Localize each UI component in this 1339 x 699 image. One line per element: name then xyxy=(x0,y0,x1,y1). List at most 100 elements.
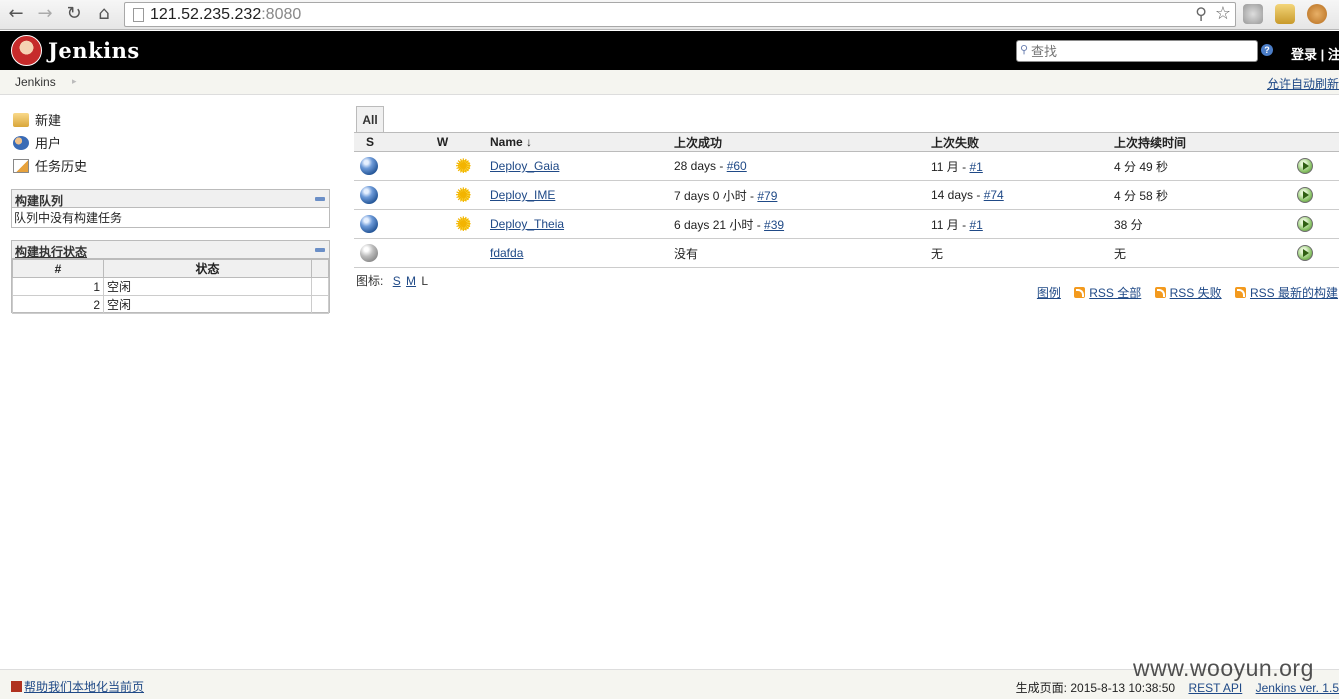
breadcrumb-jenkins[interactable]: Jenkins xyxy=(15,75,56,89)
weather-sunny-icon[interactable] xyxy=(454,212,474,236)
build-queue-header: 构建队列 xyxy=(12,190,329,208)
rss-all-link[interactable]: RSS 全部 xyxy=(1074,286,1141,300)
schedule-build-icon[interactable] xyxy=(1297,216,1313,232)
executor-title-link[interactable]: 构建执行状态 xyxy=(15,243,87,260)
breadcrumb: Jenkins ▸ 允许自动刷新 xyxy=(0,70,1339,95)
rss-bar: 图例 RSS 全部 RSS 失败 RSS 最新的构建 xyxy=(1027,284,1338,301)
icon-size-small[interactable]: S xyxy=(393,274,401,288)
task-label[interactable]: 新建 xyxy=(35,110,61,129)
col-weather[interactable]: W xyxy=(386,132,485,152)
rss-icon xyxy=(1074,287,1086,298)
col-last-failure[interactable]: 上次失败 xyxy=(931,132,1114,152)
collapse-icon[interactable] xyxy=(315,197,325,201)
rss-failed-link[interactable]: RSS 失败 xyxy=(1154,286,1222,300)
col-status[interactable]: S xyxy=(354,132,386,152)
schedule-build-icon[interactable] xyxy=(1297,245,1313,261)
bookmark-star-icon[interactable]: ☆ xyxy=(1215,3,1231,24)
weather-empty xyxy=(386,238,485,268)
enable-auto-refresh-link[interactable]: 允许自动刷新 xyxy=(1267,75,1339,92)
task-new-job[interactable]: 新建 xyxy=(13,108,87,131)
notes-extension-icon[interactable] xyxy=(1275,4,1295,24)
jenkins-logo-icon[interactable] xyxy=(11,35,42,66)
build-queue-empty: 队列中没有构建任务 xyxy=(14,211,123,225)
last-failure-build-link[interactable]: #1 xyxy=(969,218,982,232)
login-link[interactable]: 登录 | 注 xyxy=(1291,44,1339,63)
new-job-icon xyxy=(13,112,29,127)
search-input[interactable] xyxy=(1031,42,1253,60)
col-name[interactable]: Name ↓ xyxy=(485,132,674,152)
executor-action xyxy=(311,277,329,296)
rest-api-link[interactable]: REST API xyxy=(1188,681,1242,695)
executor-panel: 构建执行状态 # 状态 1 空闲 2 空闲 xyxy=(11,240,330,314)
globe-extension-icon[interactable] xyxy=(1243,4,1263,24)
status-blue-ball-icon[interactable] xyxy=(360,215,378,233)
legend-link[interactable]: 图例 xyxy=(1037,286,1061,300)
back-icon[interactable]: ← xyxy=(5,3,27,25)
last-success-build-link[interactable]: #60 xyxy=(727,159,747,173)
status-blue-ball-icon[interactable] xyxy=(360,157,378,175)
search-help-icon[interactable]: ? xyxy=(1261,44,1273,56)
home-icon[interactable]: ⌂ xyxy=(93,3,115,25)
build-queue-title: 构建队列 xyxy=(15,194,64,208)
last-success-build-link[interactable]: #39 xyxy=(764,218,784,232)
build-history-icon xyxy=(13,158,29,173)
projects-table: S W Name ↓ 上次成功 上次失败 上次持续时间 Deploy_Gaia … xyxy=(354,132,1339,268)
localize-link[interactable]: 帮助我们本地化当前页 xyxy=(11,678,144,695)
address-url[interactable]: 121.52.235.232:8080 xyxy=(150,6,301,24)
job-row: fdafda 没有 无 无 xyxy=(354,238,1339,268)
weather-sunny-icon[interactable] xyxy=(454,154,474,178)
last-duration: 38 分 xyxy=(1114,209,1289,239)
schedule-build-icon[interactable] xyxy=(1297,158,1313,174)
executor-col-number: # xyxy=(12,259,104,278)
job-link[interactable]: fdafda xyxy=(490,246,523,260)
task-users[interactable]: 用户 xyxy=(13,131,87,154)
job-link[interactable]: Deploy_Theia xyxy=(490,217,564,231)
executor-row: 2 空闲 xyxy=(12,295,329,314)
last-success-text: 没有 xyxy=(674,238,931,268)
col-last-success[interactable]: 上次成功 xyxy=(674,132,931,152)
last-failure-build-link[interactable]: #74 xyxy=(984,188,1004,202)
page-icon xyxy=(133,8,144,22)
last-success-text: 6 days 21 小时 - xyxy=(674,217,765,232)
icon-size-medium[interactable]: M xyxy=(406,274,416,288)
executor-status: 空闲 xyxy=(103,277,312,296)
status-grey-ball-icon[interactable] xyxy=(360,244,378,262)
status-blue-ball-icon[interactable] xyxy=(360,186,378,204)
side-tasks: 新建 用户 任务历史 xyxy=(13,108,87,177)
job-link[interactable]: Deploy_Gaia xyxy=(490,159,559,173)
task-build-history[interactable]: 任务历史 xyxy=(13,154,87,177)
reload-icon[interactable]: ↻ xyxy=(63,3,85,25)
col-build xyxy=(1289,132,1339,152)
task-label[interactable]: 任务历史 xyxy=(35,156,87,175)
col-last-duration[interactable]: 上次持续时间 xyxy=(1114,132,1289,152)
last-failure-text: 14 days - xyxy=(931,188,984,202)
rss-latest-link[interactable]: RSS 最新的构建 xyxy=(1234,286,1338,300)
cookie-extension-icon[interactable] xyxy=(1307,4,1327,24)
search-box[interactable]: ⚲ xyxy=(1016,40,1258,62)
weather-sunny-icon[interactable] xyxy=(454,183,474,207)
address-bar[interactable]: 121.52.235.232:8080 ⚲ ☆ xyxy=(124,2,1236,27)
last-success-build-link[interactable]: #79 xyxy=(757,189,777,203)
collapse-icon[interactable] xyxy=(315,248,325,252)
icon-size-label: 图标: xyxy=(356,274,384,288)
executor-header: 构建执行状态 xyxy=(12,241,329,259)
job-row: Deploy_Gaia 28 days - #60 11 月 - #1 4 分 … xyxy=(354,151,1339,181)
forward-icon[interactable]: → xyxy=(34,3,56,25)
last-duration: 无 xyxy=(1114,238,1289,268)
job-link[interactable]: Deploy_IME xyxy=(490,188,555,202)
breadcrumb-arrow-icon[interactable]: ▸ xyxy=(72,76,77,87)
zoom-icon[interactable]: ⚲ xyxy=(1195,4,1207,24)
last-duration: 4 分 49 秒 xyxy=(1114,151,1289,181)
task-label[interactable]: 用户 xyxy=(35,133,61,152)
localize-icon xyxy=(11,681,22,692)
executor-status: 空闲 xyxy=(103,295,312,314)
browser-toolbar: ← → ↻ ⌂ 121.52.235.232:8080 ⚲ ☆ xyxy=(0,0,1339,30)
last-failure-build-link[interactable]: #1 xyxy=(969,160,982,174)
jenkins-version-link[interactable]: Jenkins ver. 1.5 xyxy=(1256,681,1339,695)
tab-all[interactable]: All xyxy=(356,106,384,132)
schedule-build-icon[interactable] xyxy=(1297,187,1313,203)
executor-action xyxy=(311,295,329,314)
users-icon xyxy=(13,135,29,150)
jenkins-logo-text[interactable]: Jenkins xyxy=(48,38,140,63)
generated-time: 生成页面: 2015-8-13 10:38:50 xyxy=(1015,681,1176,695)
